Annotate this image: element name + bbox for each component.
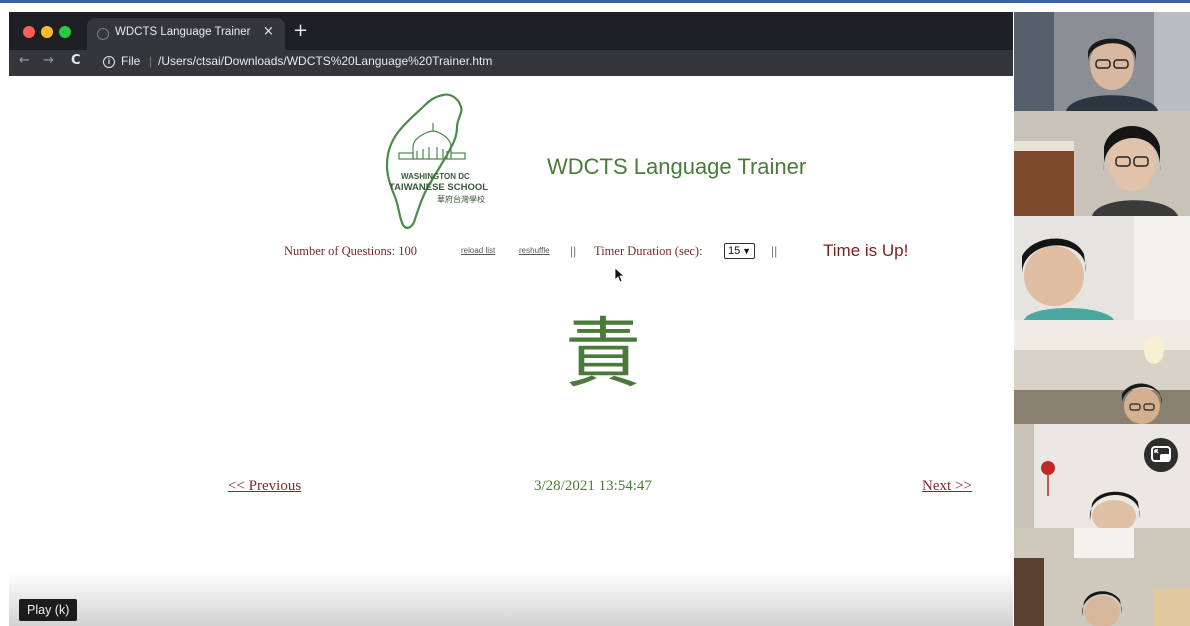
address-bar: ← → C i File | /Users/ctsai/Downloads/WD… (9, 50, 1013, 76)
participants-strip (1014, 12, 1190, 626)
controls-row: Number of Questions: 100 reload list res… (9, 240, 1013, 264)
mouse-cursor-icon (614, 267, 624, 283)
back-arrow-icon[interactable]: ← (19, 53, 30, 68)
participant-video-6[interactable] (1014, 528, 1190, 626)
close-tab-icon[interactable]: × (263, 24, 274, 39)
logo-line-2: TAIWANESE SCHOOL (389, 182, 488, 193)
tab-wdcts-language-trainer[interactable]: WDCTS Language Trainer × (87, 18, 285, 50)
forward-arrow-icon[interactable]: → (43, 53, 54, 68)
participant-video-2[interactable] (1014, 111, 1190, 216)
globe-icon (97, 28, 109, 40)
separator: || (570, 244, 577, 258)
tab-bar: WDCTS Language Trainer × + (9, 12, 1013, 50)
timer-status: Time is Up! (823, 241, 909, 260)
url-input[interactable]: /Users/ctsai/Downloads/WDCTS%20Language%… (158, 54, 492, 68)
new-tab-button[interactable]: + (293, 20, 308, 41)
datetime-display: 3/28/2021 13:54:47 (534, 478, 652, 494)
participant-video-1[interactable] (1014, 12, 1190, 111)
previous-link[interactable]: << Previous (228, 478, 301, 495)
separator: || (771, 244, 778, 258)
timer-duration-value: 15 (728, 245, 741, 257)
school-logo: WASHINGTON DC TAIWANESE SCHOOL 華府台灣學校 (385, 93, 488, 229)
close-window-button[interactable] (23, 26, 35, 38)
reload-list-link[interactable]: reload list (461, 246, 495, 255)
info-icon[interactable]: i (103, 56, 115, 68)
reload-icon[interactable]: C (71, 53, 81, 68)
participant-video-3[interactable] (1014, 216, 1190, 320)
browser-window: WDCTS Language Trainer × + ← → C i File … (9, 12, 1013, 626)
address-scheme: File (121, 54, 141, 68)
play-tooltip: Play (k) (19, 599, 78, 621)
timer-duration-select[interactable]: 15 ▼ (724, 243, 755, 259)
chevron-down-icon: ▼ (742, 246, 751, 256)
minimize-window-button[interactable] (41, 26, 53, 38)
question-count-label: Number of Questions: 100 (284, 244, 417, 258)
tab-title: WDCTS Language Trainer (115, 26, 251, 38)
taiwan-outline-icon (385, 93, 463, 229)
address-separator: | (149, 54, 153, 68)
logo-line-1: WASHINGTON DC (401, 172, 470, 181)
reshuffle-link[interactable]: reshuffle (519, 246, 550, 255)
maximize-window-button[interactable] (59, 26, 71, 38)
next-link[interactable]: Next >> (922, 478, 972, 495)
video-controls-shade (9, 572, 1013, 626)
logo-line-3: 華府台灣學校 (437, 194, 485, 204)
picture-in-picture-icon[interactable] (1144, 438, 1178, 472)
flashcard-character: 責 (565, 309, 641, 398)
page-title: WDCTS Language Trainer (547, 154, 807, 179)
participant-video-4[interactable] (1014, 320, 1190, 424)
top-gap (0, 3, 1190, 12)
timer-duration-label: Timer Duration (sec): (594, 244, 703, 258)
